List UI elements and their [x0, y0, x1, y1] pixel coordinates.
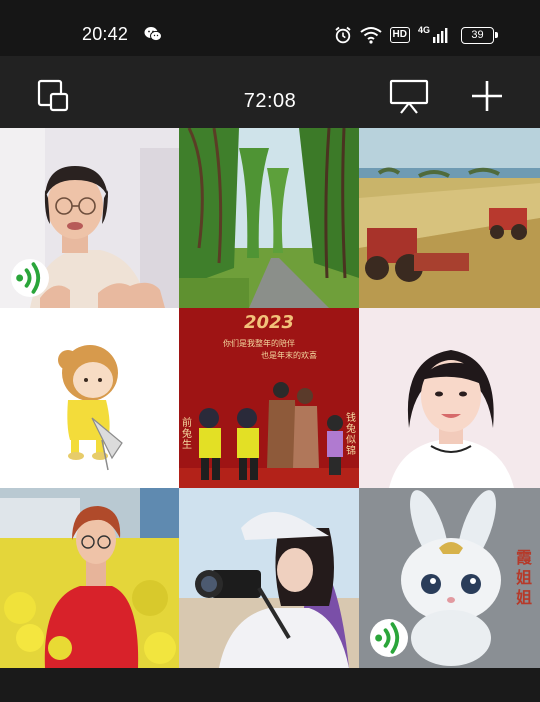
status-time: 20:42 — [82, 24, 129, 44]
participant-avatar — [0, 308, 179, 488]
status-icons: HD 4G — [334, 24, 448, 44]
participant-avatar — [359, 308, 540, 488]
participant-tile[interactable] — [0, 488, 179, 668]
poster-year: 2023 — [243, 312, 295, 333]
screen-share-button[interactable] — [389, 78, 429, 114]
battery-icon: 39 — [461, 27, 498, 44]
participant-tile[interactable] — [179, 488, 359, 668]
poster-side-text: 前兔生 — [182, 418, 192, 451]
status-bar: 20:42 HD 4G 39 — [0, 0, 540, 56]
call-toolbar: 72:08 — [0, 56, 540, 128]
add-participant-button[interactable] — [469, 78, 505, 114]
participant-grid: 2023 你们是我整年的陪伴 也是年末的欢喜 前兔生 钱兔似锦 霞姐姐 — [0, 128, 540, 668]
network-type: 4G — [417, 24, 430, 35]
participant-avatar — [179, 308, 359, 488]
speaking-indicator — [370, 619, 408, 657]
participant-tile[interactable] — [359, 308, 540, 488]
hd-badge: HD — [389, 27, 410, 43]
participant-tile[interactable] — [359, 128, 540, 308]
avatar-name-tag: 霞姐姐 — [516, 548, 533, 607]
wechat-icon — [144, 27, 162, 42]
alarm-icon — [334, 26, 351, 44]
speaking-icon — [16, 262, 41, 294]
signal-icon — [433, 28, 448, 43]
poster-caption: 也是年末的欢喜 — [261, 351, 317, 360]
add-icon — [472, 81, 502, 111]
speaking-indicator — [11, 259, 49, 297]
bottom-bar — [0, 668, 540, 702]
screen-share-icon — [389, 79, 429, 114]
participant-avatar — [359, 128, 540, 308]
participant-avatar — [0, 488, 179, 668]
participant-tile[interactable] — [0, 128, 179, 308]
wifi-icon — [359, 27, 382, 44]
participant-tile[interactable]: 霞姐姐 — [359, 488, 540, 668]
participant-tile[interactable]: 2023 你们是我整年的陪伴 也是年末的欢喜 前兔生 钱兔似锦 — [179, 308, 359, 488]
call-timer: 72:08 — [243, 90, 297, 112]
poster-side-text: 钱兔似锦 — [346, 413, 356, 457]
participant-tile[interactable] — [0, 308, 179, 488]
speaking-icon — [375, 622, 400, 654]
participant-avatar — [179, 488, 359, 668]
participant-tile[interactable] — [179, 128, 359, 308]
participant-avatar — [179, 128, 359, 308]
poster-caption: 你们是我整年的陪伴 — [223, 339, 295, 348]
